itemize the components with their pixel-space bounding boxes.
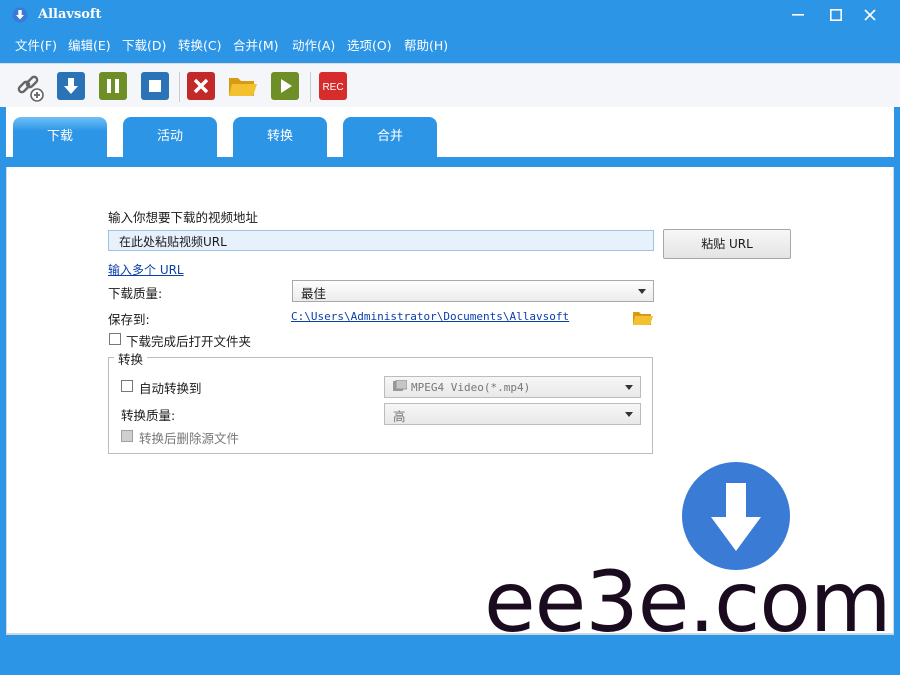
toolbar-separator (179, 72, 180, 102)
convert-quality-select[interactable]: 高 (384, 403, 641, 425)
pause-icon (99, 72, 127, 100)
record-button[interactable]: REC (319, 72, 347, 100)
download-quality-select[interactable]: 最佳 (292, 280, 654, 302)
watermark-text: ee3e.com (484, 553, 892, 651)
close-icon (864, 9, 876, 21)
url-input[interactable]: 在此处粘贴视频URL (108, 230, 654, 251)
chevron-down-icon (638, 289, 646, 294)
tab-download[interactable]: 下载 (13, 117, 107, 157)
toolbar: REC (0, 63, 900, 107)
maximize-button[interactable] (818, 0, 854, 30)
convert-quality-value: 高 (393, 409, 406, 424)
title-bar[interactable]: Allavsoft (0, 0, 900, 30)
tab-strip (6, 157, 894, 167)
menu-help[interactable]: 帮助(H) (404, 35, 448, 54)
menu-merge[interactable]: 合并(M) (233, 35, 279, 54)
add-link-button[interactable] (15, 72, 44, 102)
menu-edit[interactable]: 编辑(E) (68, 35, 111, 54)
browse-folder-icon[interactable] (633, 310, 653, 326)
stop-icon (141, 72, 169, 100)
stop-button[interactable] (141, 72, 169, 100)
menu-convert[interactable]: 转换(C) (178, 35, 221, 54)
play-icon (271, 72, 299, 100)
convert-format-select[interactable]: MPEG4 Video(*.mp4) (384, 376, 641, 398)
convert-format-value: MPEG4 Video(*.mp4) (411, 381, 531, 394)
convert-group-title: 转换 (114, 349, 148, 368)
delete-source-label: 转换后删除源文件 (139, 431, 240, 446)
link-add-icon (17, 75, 44, 102)
multi-url-link[interactable]: 输入多个 URL (108, 261, 184, 278)
menu-options[interactable]: 选项(O) (347, 35, 392, 54)
play-button[interactable] (271, 72, 299, 100)
save-path-link[interactable]: C:\Users\Administrator\Documents\Allavso… (291, 310, 569, 323)
download-icon (57, 72, 85, 100)
open-folder-checkbox[interactable] (109, 333, 121, 345)
minimize-button[interactable] (780, 0, 816, 30)
open-folder-button[interactable] (228, 72, 257, 100)
cancel-button[interactable] (187, 72, 215, 100)
convert-quality-label: 转换质量: (121, 408, 176, 423)
video-file-icon (393, 379, 408, 391)
save-to-label: 保存到: (108, 312, 150, 327)
app-window: Allavsoft 文件(F) 编辑(E) 下载(D) 转换(C) 合并(M) … (0, 0, 900, 675)
menu-bar: 文件(F) 编辑(E) 下载(D) 转换(C) 合并(M) 动作(A) 选项(O… (0, 30, 900, 56)
auto-convert-checkbox[interactable] (121, 380, 133, 392)
paste-url-button[interactable]: 粘贴 URL (663, 229, 791, 259)
cancel-icon (187, 72, 215, 100)
auto-convert-label: 自动转换到 (139, 381, 202, 396)
menu-file[interactable]: 文件(F) (15, 35, 57, 54)
rec-label: REC (322, 82, 343, 93)
rec-icon: REC (319, 72, 347, 100)
chevron-down-icon (625, 385, 633, 390)
pause-button[interactable] (99, 72, 127, 100)
tab-activity[interactable]: 活动 (123, 117, 217, 157)
folder-icon (229, 78, 257, 96)
tab-merge[interactable]: 合并 (343, 117, 437, 157)
window-title: Allavsoft (38, 7, 102, 22)
maximize-icon (830, 9, 842, 21)
download-quality-label: 下载质量: (108, 286, 163, 301)
open-folder-label: 下载完成后打开文件夹 (126, 334, 252, 349)
chevron-down-icon (625, 412, 633, 417)
url-prompt: 输入你想要下载的视频地址 (108, 210, 259, 225)
download-quality-value: 最佳 (301, 286, 327, 301)
minimize-icon (792, 14, 804, 16)
toolbar-separator (310, 72, 311, 102)
download-button[interactable] (57, 72, 85, 100)
close-button[interactable] (852, 0, 888, 30)
delete-source-checkbox[interactable] (121, 430, 133, 442)
menu-action[interactable]: 动作(A) (292, 35, 335, 54)
app-logo-icon (12, 7, 28, 23)
menu-download[interactable]: 下载(D) (122, 35, 166, 54)
tab-convert[interactable]: 转换 (233, 117, 327, 157)
